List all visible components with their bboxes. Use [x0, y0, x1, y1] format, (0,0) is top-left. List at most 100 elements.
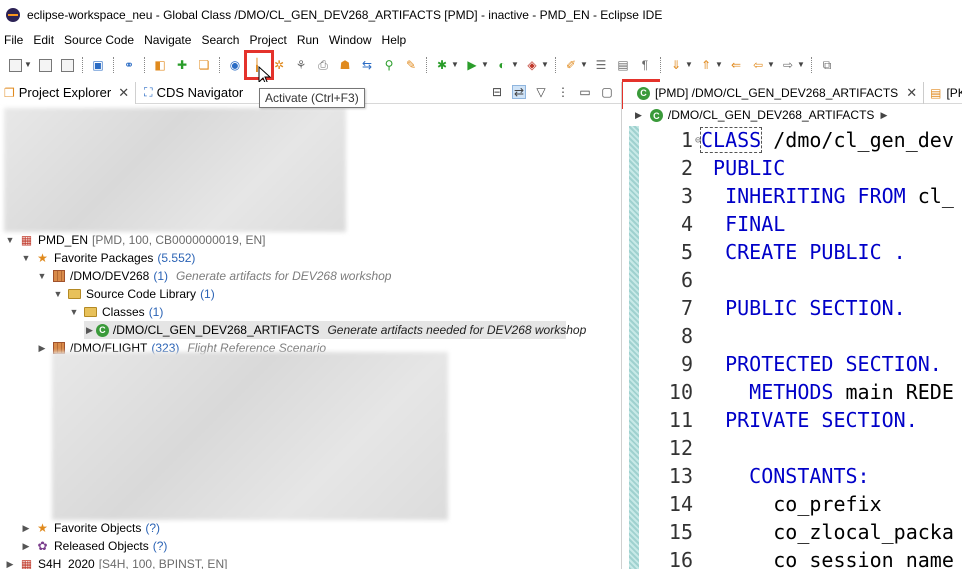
tree-item-released-objects[interactable]: ▶ ✿ Released Objects (?) — [20, 537, 168, 555]
code-line[interactable]: 8 — [641, 322, 701, 350]
new-dropdown-icon[interactable]: ▼ — [24, 57, 32, 73]
previous-annotation-icon[interactable]: ⇑ — [698, 57, 714, 73]
code-line[interactable]: 4 FINAL — [641, 210, 785, 238]
external-tools-icon[interactable]: ◈ — [524, 57, 540, 73]
toolbar-separator — [555, 57, 556, 73]
menu-help[interactable]: Help — [382, 33, 407, 47]
menu-edit[interactable]: Edit — [33, 33, 54, 47]
debug-icon[interactable]: ✱ — [434, 57, 450, 73]
code-line[interactable]: 14 co_prefix — [641, 490, 882, 518]
code-line[interactable]: 13 CONSTANTS: — [641, 462, 870, 490]
menu-window[interactable]: Window — [329, 33, 372, 47]
code-line[interactable]: 6 — [641, 266, 701, 294]
menu-file[interactable]: File — [4, 33, 23, 47]
transport-icon[interactable]: ⇆ — [359, 57, 375, 73]
back-icon[interactable]: ⇦ — [750, 57, 766, 73]
menu-project[interactable]: Project — [249, 33, 286, 47]
list-icon[interactable]: ▤ — [615, 57, 631, 73]
code-line[interactable]: 12 — [641, 434, 701, 462]
tab-cds-navigator[interactable]: ⛶ CDS Navigator — [135, 81, 249, 104]
pencil-dropdown-icon[interactable]: ▼ — [580, 57, 588, 73]
code-line[interactable]: 10 METHODS main REDE — [641, 378, 954, 406]
close-icon[interactable]: ✕ — [118, 85, 129, 101]
external-tools-dropdown-icon[interactable]: ▼ — [541, 57, 549, 73]
collapse-icon[interactable]: ▼ — [36, 271, 48, 281]
run-icon[interactable]: ⚘ — [293, 57, 309, 73]
highlight-icon[interactable]: ✎ — [403, 57, 419, 73]
save-all-icon[interactable] — [59, 57, 75, 73]
expand-icon[interactable]: ▶ — [4, 559, 16, 569]
minimize-icon[interactable]: ▭ — [578, 85, 592, 99]
code-line[interactable]: 1 ⊖ CLASS /dmo/cl_gen_dev — [641, 126, 954, 154]
tree-item-s4h-project[interactable]: ▶ ▦ S4H_2020 [S4H, 100, BPINST, EN] — [4, 555, 228, 569]
menu-navigate[interactable]: Navigate — [144, 33, 191, 47]
code-line[interactable]: 7 PUBLIC SECTION. — [641, 294, 906, 322]
tree-item-package-dev268[interactable]: ▼ /DMO/DEV268 (1) Generate artifacts for… — [36, 267, 392, 285]
collapse-icon[interactable]: ▼ — [4, 235, 16, 245]
code-line[interactable]: 5 CREATE PUBLIC . — [641, 238, 906, 266]
tab-project-explorer[interactable]: ❐ Project Explorer ✕ — [0, 81, 136, 104]
back-dropdown-icon[interactable]: ▼ — [767, 57, 775, 73]
coverage-dropdown-icon[interactable]: ▼ — [511, 57, 519, 73]
menu-search[interactable]: Search — [201, 33, 239, 47]
print-icon[interactable]: ⎙ — [315, 57, 331, 73]
tab-class-editor[interactable]: C [PMD] /DMO/CL_GEN_DEV268_ARTIFACTS ✕ — [623, 82, 923, 104]
outline-icon[interactable]: ☰ — [593, 57, 609, 73]
tree-item-class[interactable]: ▶ C /DMO/CL_GEN_DEV268_ARTIFACTS Generat… — [84, 321, 586, 339]
show-whitespace-icon[interactable]: ¶ — [637, 57, 653, 73]
tree-item-source-code-library[interactable]: ▼ Source Code Library (1) — [52, 285, 215, 303]
view-menu-icon[interactable]: ⋮ — [556, 85, 570, 99]
pencil-icon[interactable]: ✐ — [563, 57, 579, 73]
coverage-icon[interactable]: ◐ — [494, 57, 510, 73]
breadcrumb-chevron-icon[interactable]: ▶ — [880, 110, 887, 121]
pin-icon[interactable]: ⚲ — [381, 57, 397, 73]
next-annotation-icon[interactable]: ⇓ — [668, 57, 684, 73]
forward-dropdown-icon[interactable]: ▼ — [797, 57, 805, 73]
debug-dropdown-icon[interactable]: ▼ — [451, 57, 459, 73]
breadcrumb-expand-icon[interactable]: ▶ — [635, 110, 642, 121]
terminal-icon[interactable]: ▣ — [90, 57, 106, 73]
run-dropdown-icon[interactable]: ▼ — [481, 57, 489, 73]
new-abap-project-icon[interactable]: ◧ — [152, 57, 168, 73]
run-app-icon[interactable]: ▶ — [464, 57, 480, 73]
tree-item-favorite-objects[interactable]: ▶ ★ Favorite Objects (?) — [20, 519, 161, 537]
collapse-icon[interactable]: ▼ — [52, 289, 64, 299]
forward-icon[interactable]: ⇨ — [780, 57, 796, 73]
expand-icon[interactable]: ▶ — [86, 325, 93, 336]
tree-item-project[interactable]: ▼ ▦ PMD_EN [PMD, 100, CB0000000019, EN] — [4, 231, 266, 249]
last-edit-icon[interactable]: ⇐ — [728, 57, 744, 73]
code-line[interactable]: 11 PRIVATE SECTION. — [641, 406, 918, 434]
link-icon[interactable]: ⚭ — [121, 57, 137, 73]
tree-item-classes[interactable]: ▼ Classes (1) — [68, 303, 164, 321]
open-object-icon[interactable]: ☗ — [337, 57, 353, 73]
collapse-icon[interactable]: ▼ — [20, 253, 32, 263]
filter-icon[interactable]: ▽ — [534, 85, 548, 99]
tab-pkd-editor[interactable]: ▤ [PKD] Z — [923, 81, 962, 104]
code-line[interactable]: 15 co_zlocal_packa — [641, 518, 954, 546]
collapse-all-icon[interactable]: ⊟ — [490, 85, 504, 99]
new-icon[interactable] — [7, 57, 23, 73]
breadcrumb-label[interactable]: /DMO/CL_GEN_DEV268_ARTIFACTS — [668, 108, 875, 122]
code-line[interactable]: 16 co_session_name — [641, 546, 954, 569]
code-line[interactable]: 3 INHERITING FROM cl_ — [641, 182, 954, 210]
code-line[interactable]: 2 PUBLIC — [641, 154, 785, 182]
expand-icon[interactable]: ▶ — [36, 343, 48, 354]
expand-icon[interactable]: ▶ — [20, 541, 32, 552]
code-line[interactable]: 9 PROTECTED SECTION. — [641, 350, 942, 378]
tree-item-favorite-packages[interactable]: ▼ ★ Favorite Packages (5.552) — [20, 249, 196, 267]
open-abap-development-object-icon[interactable]: ❏ — [196, 57, 212, 73]
code-editor[interactable]: 1 ⊖ CLASS /dmo/cl_gen_dev 2 PUBLIC 3 INHERIT… — [623, 126, 962, 569]
menu-source-code[interactable]: Source Code — [64, 33, 134, 47]
open-perspective-icon[interactable]: ⧉ — [819, 57, 835, 73]
previous-annotation-dropdown-icon[interactable]: ▼ — [715, 57, 723, 73]
expand-icon[interactable]: ▶ — [20, 523, 32, 534]
link-with-editor-icon[interactable]: ⇄ — [512, 85, 526, 99]
collapse-icon[interactable]: ▼ — [68, 307, 80, 317]
check-icon[interactable]: ◉ — [227, 57, 243, 73]
maximize-icon[interactable]: ▢ — [600, 85, 614, 99]
menu-run[interactable]: Run — [297, 33, 319, 47]
next-annotation-dropdown-icon[interactable]: ▼ — [685, 57, 693, 73]
new-abap-object-icon[interactable]: ✚ — [174, 57, 190, 73]
save-icon[interactable] — [37, 57, 53, 73]
close-icon[interactable]: ✕ — [906, 85, 917, 101]
